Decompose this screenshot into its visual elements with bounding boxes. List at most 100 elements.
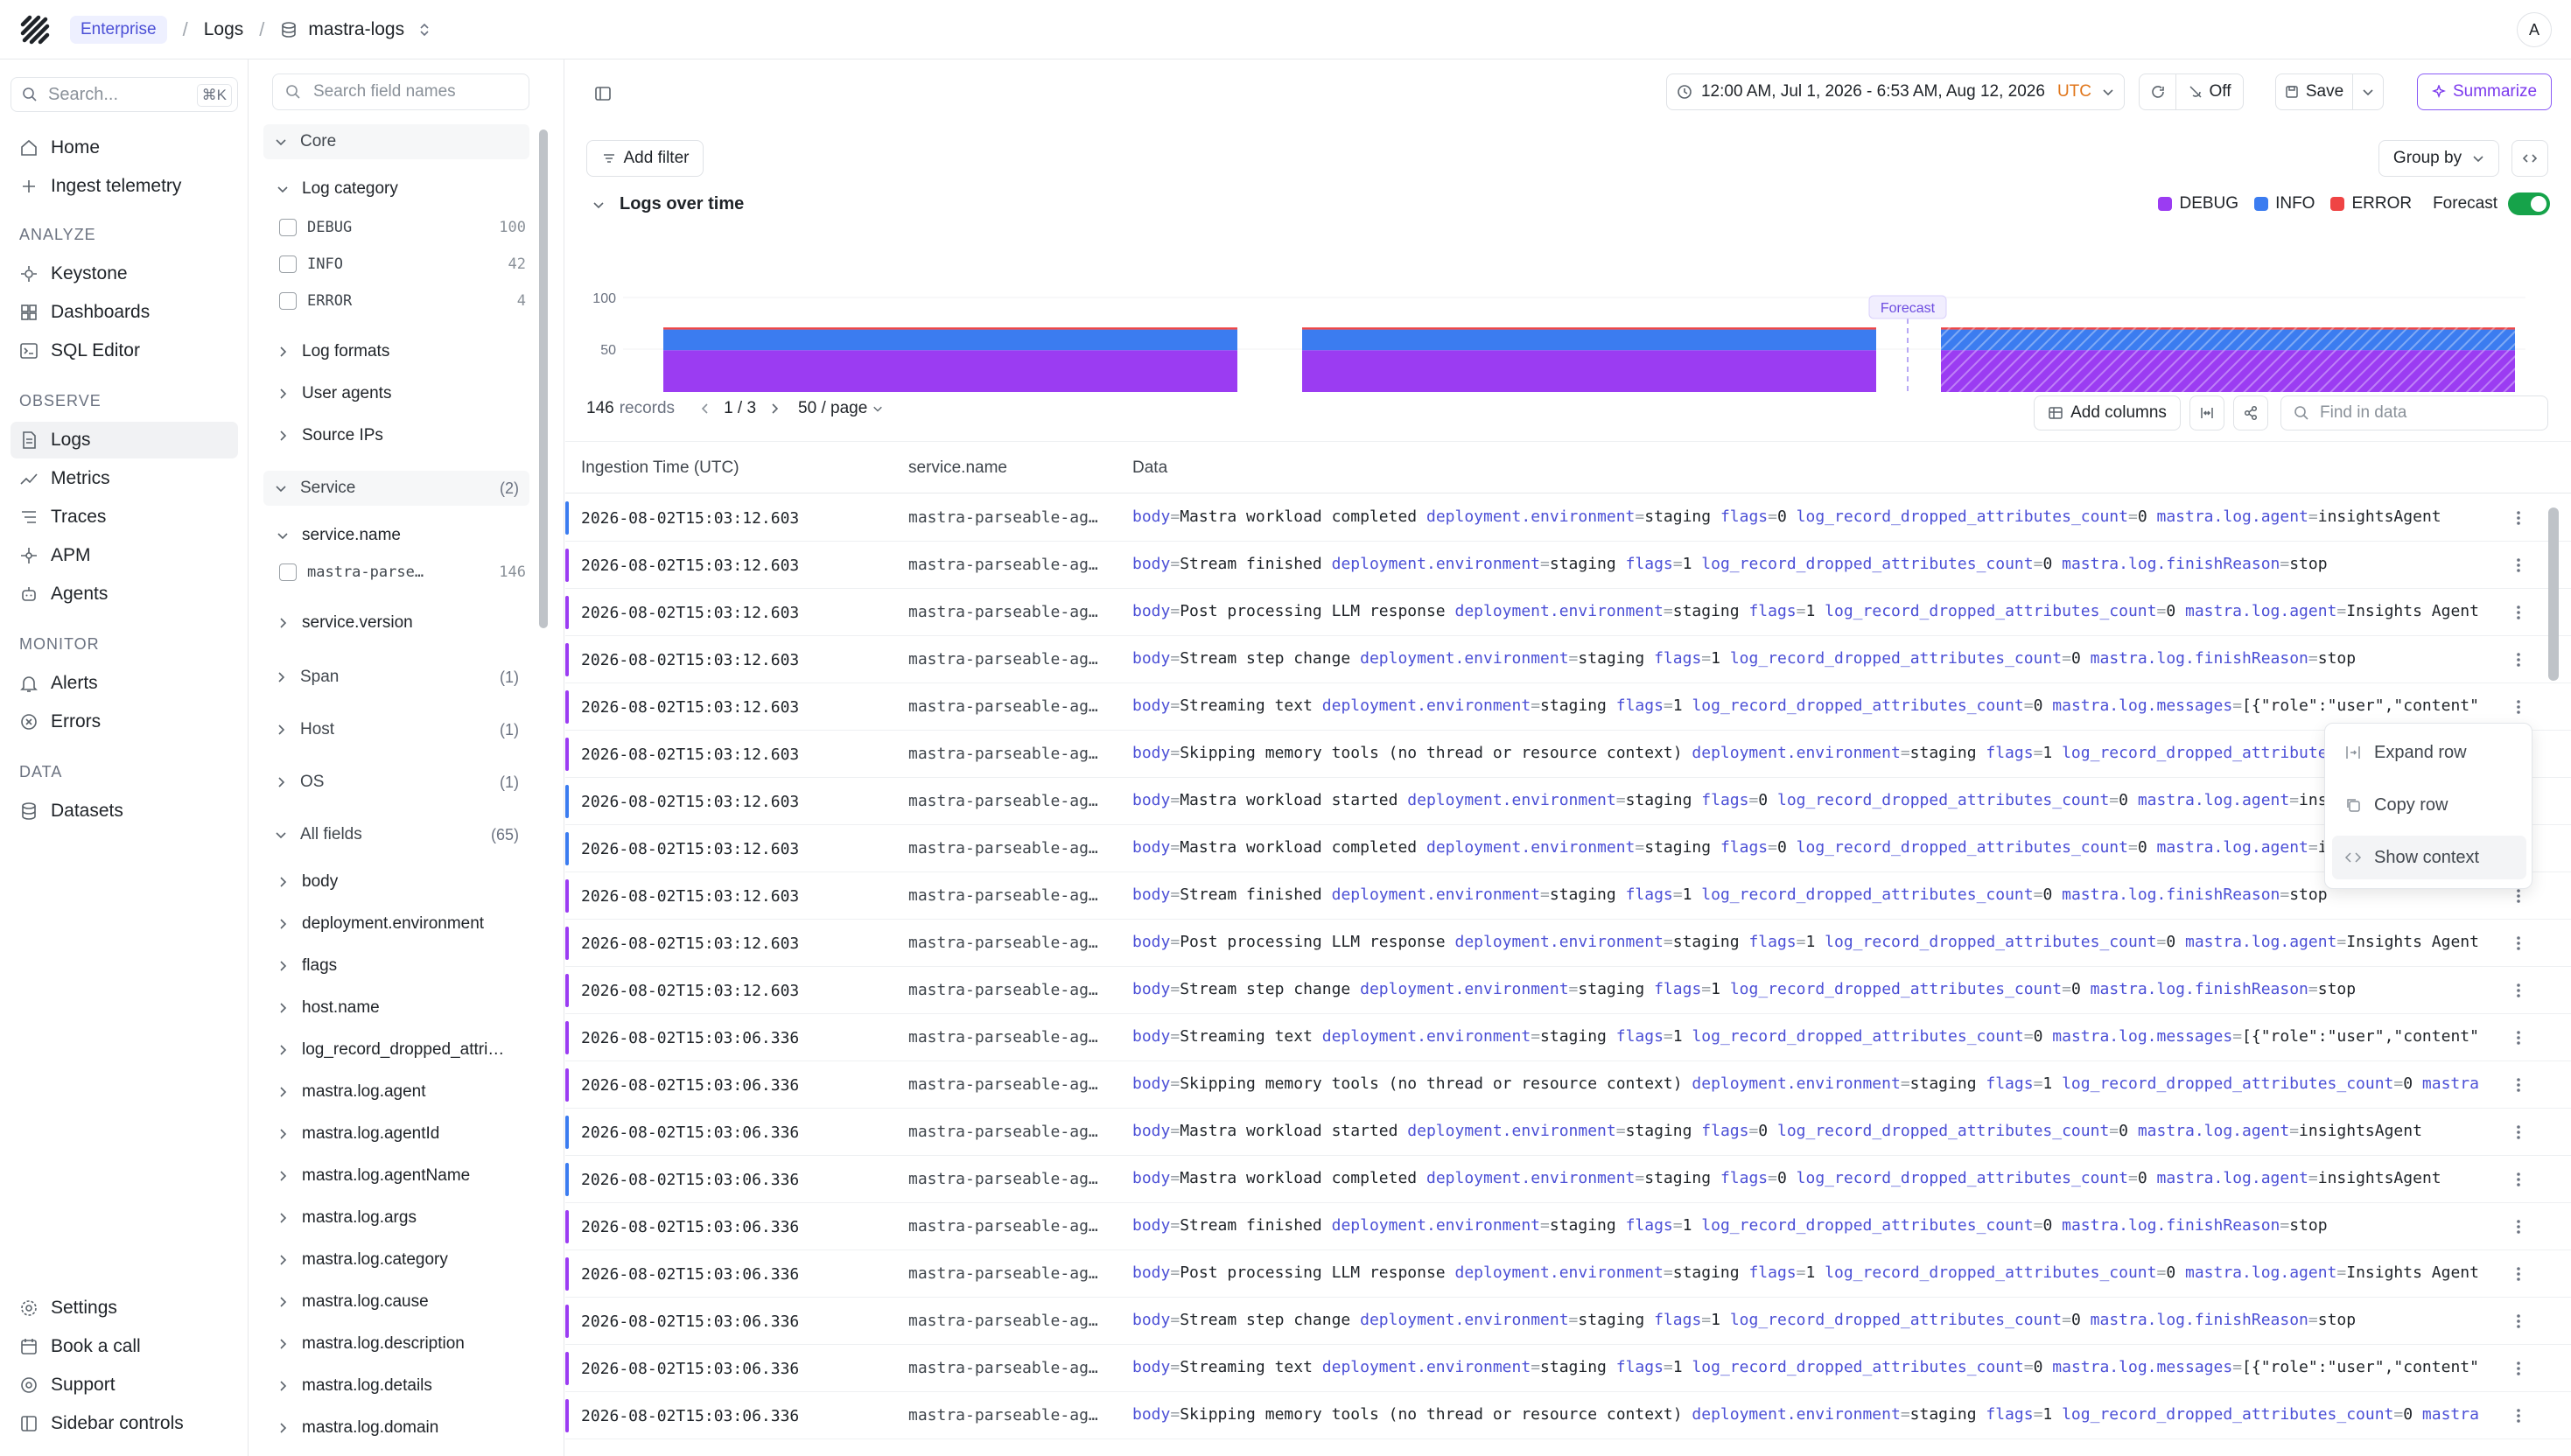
table-row[interactable]: 2026-08-02T15:03:06.336 mastra-parseable-… (565, 1345, 2571, 1392)
more-vertical-icon[interactable] (2510, 507, 2527, 529)
more-vertical-icon[interactable] (2510, 932, 2527, 955)
sidebar-item-logs[interactable]: Logs (11, 422, 238, 458)
checkbox[interactable] (279, 219, 297, 236)
summarize-button[interactable]: Summarize (2417, 74, 2552, 110)
field-service-version[interactable]: service.version (276, 607, 529, 639)
table-row[interactable]: 2026-08-02T15:03:12.603 mastra-parseable-… (565, 872, 2571, 920)
group-os[interactable]: OS (1) (263, 765, 529, 800)
field-item[interactable]: body (276, 866, 529, 898)
table-row[interactable]: 2026-08-02T15:03:06.336 mastra-parseable-… (565, 1392, 2571, 1439)
sidebar-item-agents[interactable]: Agents (11, 576, 238, 612)
more-vertical-icon[interactable] (2510, 1168, 2527, 1191)
more-vertical-icon[interactable] (2510, 1310, 2527, 1333)
field-item[interactable]: mastra.log.agentName (276, 1160, 529, 1192)
sidebar-item-errors[interactable]: Errors (11, 704, 238, 740)
group-host[interactable]: Host (1) (263, 712, 529, 747)
checkbox[interactable] (279, 256, 297, 273)
chevron-left-icon[interactable] (699, 402, 711, 415)
checkbox[interactable] (279, 564, 297, 581)
table-row[interactable]: 2026-08-02T15:03:06.336 mastra-parseable-… (565, 1014, 2571, 1061)
refresh-button[interactable] (2140, 74, 2176, 109)
toggle-field-panel-button[interactable] (588, 75, 618, 112)
sidebar-item-alerts[interactable]: Alerts (11, 665, 238, 702)
table-row[interactable]: 2026-08-02T15:03:12.603 mastra-parseable-… (565, 636, 2571, 683)
sidebar-item-home[interactable]: Home (11, 130, 238, 166)
field-item[interactable]: mastra.log.category (276, 1244, 529, 1276)
more-vertical-icon[interactable] (2510, 554, 2527, 577)
level-info-checkbox[interactable]: INFO 42 (279, 248, 526, 280)
more-vertical-icon[interactable] (2510, 1121, 2527, 1144)
share-button[interactable] (2233, 396, 2268, 430)
field-item[interactable]: flags (276, 950, 529, 982)
table-row[interactable]: 2026-08-02T15:03:12.603 mastra-parseable-… (565, 683, 2571, 731)
group-by-button[interactable]: Group by (2378, 140, 2499, 177)
more-vertical-icon[interactable] (2510, 979, 2527, 1002)
sidebar-item-keystone[interactable]: Keystone (11, 256, 238, 292)
code-view-button[interactable] (2511, 140, 2548, 177)
sidebar-item-apm[interactable]: APM (11, 537, 238, 574)
field-item[interactable]: log_record_dropped_attri… (276, 1034, 529, 1066)
level-debug-checkbox[interactable]: DEBUG 100 (279, 212, 526, 243)
legend-error[interactable]: ERROR (2330, 194, 2412, 214)
more-vertical-icon[interactable] (2510, 696, 2527, 718)
more-vertical-icon[interactable] (2510, 1074, 2527, 1096)
table-row[interactable]: 2026-08-02T15:03:12.603 mastra-parseable-… (565, 494, 2571, 542)
sidebar-item-support[interactable]: Support (11, 1367, 238, 1404)
add-filter-button[interactable]: Add filter (586, 140, 704, 177)
column-header-time[interactable]: Ingestion Time (UTC) (581, 458, 739, 478)
field-item[interactable]: mastra.log.agent (276, 1076, 529, 1108)
field-search-input[interactable]: Search field names (272, 74, 529, 110)
table-row[interactable]: 2026-08-02T15:03:12.603 mastra-parseable-… (565, 920, 2571, 967)
table-row[interactable]: 2026-08-02T15:03:12.603 mastra-parseable-… (565, 542, 2571, 589)
field-item[interactable]: host.name (276, 992, 529, 1024)
menu-item-show-context[interactable]: Show context (2332, 836, 2526, 879)
group-all-fields[interactable]: All fields (65) (263, 817, 529, 852)
auto-refresh-button[interactable]: Off (2176, 82, 2243, 102)
field-service-name[interactable]: service.name (276, 520, 529, 551)
time-range-picker[interactable]: 12:00 AM, Jul 1, 2026 - 6:53 AM, Aug 12,… (1666, 74, 2125, 110)
group-span[interactable]: Span (1) (263, 660, 529, 695)
app-logo[interactable] (18, 12, 53, 47)
column-header-service[interactable]: service.name (908, 458, 1007, 478)
sidebar-item-settings[interactable]: Settings (11, 1290, 238, 1326)
wrap-text-button[interactable] (2189, 396, 2224, 430)
table-row[interactable]: 2026-08-02T15:03:12.603 mastra-parseable-… (565, 778, 2571, 825)
breadcrumb-logs[interactable]: Logs (204, 19, 244, 40)
avatar[interactable]: A (2517, 12, 2552, 47)
more-vertical-icon[interactable] (2510, 1026, 2527, 1049)
dataset-switcher-icon[interactable] (418, 21, 431, 38)
sidebar-item-dashboards[interactable]: Dashboards (11, 294, 238, 331)
more-vertical-icon[interactable] (2510, 1215, 2527, 1238)
group-service[interactable]: Service (2) (263, 471, 529, 506)
table-row[interactable]: 2026-08-02T15:03:06.336 mastra-parseable-… (565, 1156, 2571, 1203)
field-item[interactable]: mastra.log.details (276, 1370, 529, 1402)
group-core[interactable]: Core (263, 124, 529, 159)
forecast-toggle[interactable] (2508, 192, 2550, 215)
chart-header[interactable]: Logs over time (592, 194, 744, 214)
more-vertical-icon[interactable] (2510, 1357, 2527, 1380)
sidebar-item-metrics[interactable]: Metrics (11, 460, 238, 497)
field-panel-scrollbar[interactable] (539, 130, 548, 628)
more-vertical-icon[interactable] (2510, 1404, 2527, 1427)
sidebar-item-datasets[interactable]: Datasets (11, 793, 238, 830)
field-item[interactable]: mastra.log.args (276, 1202, 529, 1234)
chevron-right-icon[interactable] (768, 402, 781, 415)
sidebar-item-traces[interactable]: Traces (11, 499, 238, 536)
table-row[interactable]: 2026-08-02T15:03:06.336 mastra-parseable-… (565, 1109, 2571, 1156)
table-row[interactable]: 2026-08-02T15:03:06.336 mastra-parseable-… (565, 1250, 2571, 1298)
checkbox[interactable] (279, 292, 297, 310)
table-row[interactable]: 2026-08-02T15:03:12.603 mastra-parseable-… (565, 825, 2571, 872)
sidebar-item-sql-editor[interactable]: SQL Editor (11, 332, 238, 369)
sidebar-search[interactable]: Search... ⌘K (11, 77, 238, 112)
field-item[interactable]: deployment.environment (276, 908, 529, 940)
save-button[interactable]: Save (2276, 74, 2353, 109)
legend-info[interactable]: INFO (2254, 194, 2315, 214)
field-log-formats[interactable]: Log formats (276, 336, 529, 368)
field-item[interactable]: mastra.log.agentId (276, 1118, 529, 1150)
sidebar-item-sidebar-controls[interactable]: Sidebar controls (11, 1405, 238, 1442)
breadcrumb-dataset[interactable]: mastra-logs (308, 19, 404, 40)
menu-item-expand-row[interactable]: Expand row (2332, 731, 2526, 774)
table-row[interactable]: 2026-08-02T15:03:06.336 mastra-parseable-… (565, 1203, 2571, 1250)
more-vertical-icon[interactable] (2510, 648, 2527, 671)
service-value-checkbox[interactable]: mastra-parse… 146 (279, 556, 526, 588)
